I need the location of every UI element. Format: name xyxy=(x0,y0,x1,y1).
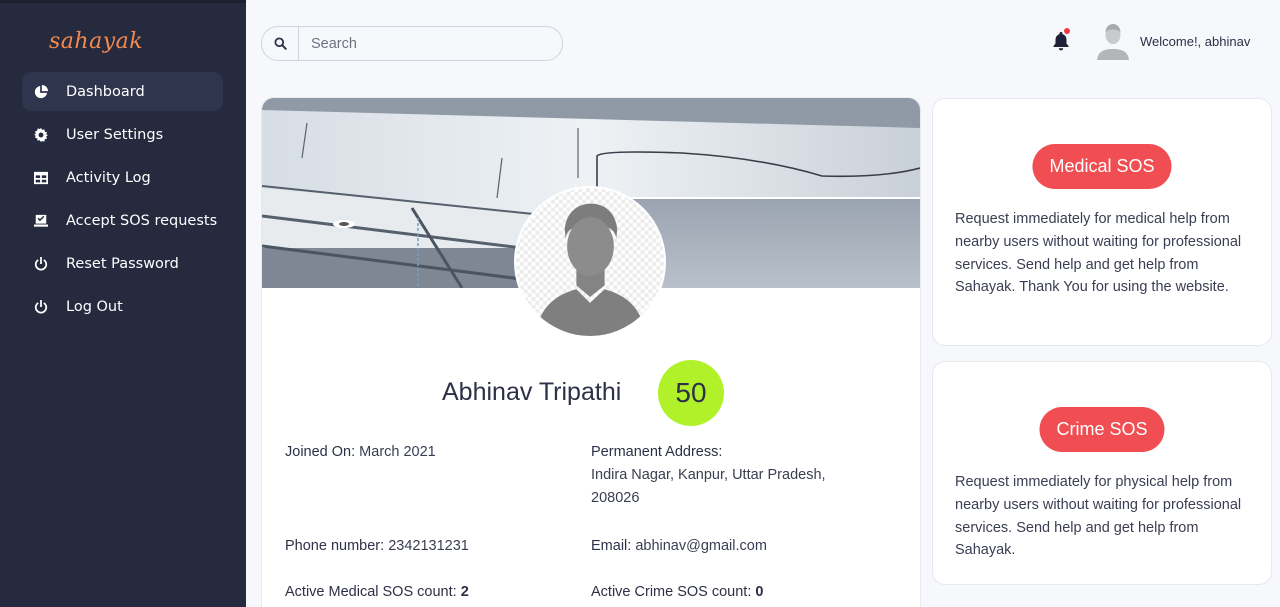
address-line-1: Indira Nagar, Kanpur, Uttar Pradesh, xyxy=(591,467,826,483)
address-label: Permanent Address: xyxy=(591,444,723,460)
sidebar-item-label: Accept SOS requests xyxy=(66,212,218,229)
phone-field: Phone number: 2342131231 xyxy=(285,535,469,558)
address-field: Permanent Address: Indira Nagar, Kanpur,… xyxy=(591,441,871,510)
medical-sos-card: Medical SOS Request immediately for medi… xyxy=(933,99,1271,345)
crime-sos-button[interactable]: Crime SOS xyxy=(1039,407,1165,452)
email-value: abhinav@gmail.com xyxy=(635,538,767,554)
power-icon xyxy=(34,299,48,314)
sidebar-item-label: Dashboard xyxy=(66,83,145,100)
sidebar-item-label: Reset Password xyxy=(66,255,179,272)
profile-name: Abhinav Tripathi xyxy=(442,378,622,406)
score-badge: 50 xyxy=(658,360,724,426)
phone-label: Phone number: xyxy=(285,538,385,554)
power-icon xyxy=(34,256,48,271)
notification-bell[interactable] xyxy=(1051,28,1071,52)
crime-sos-card: Crime SOS Request immediately for physic… xyxy=(933,362,1271,584)
search-button[interactable] xyxy=(262,27,299,60)
medical-sos-button[interactable]: Medical SOS xyxy=(1032,144,1172,189)
pie-chart-icon xyxy=(34,84,48,99)
medical-sos-description: Request immediately for medical help fro… xyxy=(955,211,1242,296)
joined-on-label: Joined On: xyxy=(285,444,356,460)
profile-card: Abhinav Tripathi 50 Joined On: March 202… xyxy=(262,98,920,607)
crime-sos-count-label: Active Crime SOS count: xyxy=(591,584,752,600)
medical-sos-count-label: Active Medical SOS count: xyxy=(285,584,457,600)
sidebar-item-log-out[interactable]: Log Out xyxy=(22,287,223,326)
gear-icon xyxy=(34,127,48,142)
table-icon xyxy=(34,171,48,185)
notification-dot xyxy=(1064,28,1070,34)
sidebar-item-reset-password[interactable]: Reset Password xyxy=(22,244,223,283)
crime-sos-count-field: Active Crime SOS count: 0 xyxy=(591,581,763,604)
search-bar xyxy=(261,26,563,61)
sidebar-item-user-settings[interactable]: User Settings xyxy=(22,115,223,154)
joined-on-value: March 2021 xyxy=(359,444,436,460)
sidebar: sahayak Dashboard User Settings Activity… xyxy=(0,0,246,607)
top-bar: Welcome!, abhinav xyxy=(246,0,1280,86)
profile-picture[interactable] xyxy=(514,186,666,338)
sidebar-item-dashboard[interactable]: Dashboard xyxy=(22,72,223,111)
brand-logo[interactable]: sahayak xyxy=(49,29,143,54)
laptop-check-icon xyxy=(34,214,48,228)
user-avatar-icon xyxy=(1097,24,1129,60)
sidebar-item-accept-sos[interactable]: Accept SOS requests xyxy=(22,201,223,240)
avatar[interactable] xyxy=(1095,22,1131,60)
sidebar-item-label: Log Out xyxy=(66,298,123,315)
search-icon xyxy=(273,37,287,50)
crime-sos-count-value: 0 xyxy=(755,584,764,600)
address-line-2: 208026 xyxy=(591,490,640,506)
sidebar-item-label: Activity Log xyxy=(66,169,151,186)
sidebar-item-activity-log[interactable]: Activity Log xyxy=(22,158,223,197)
medical-sos-count-field: Active Medical SOS count: 2 xyxy=(285,581,469,604)
sidebar-nav: Dashboard User Settings Activity Log Acc… xyxy=(22,72,223,330)
crime-sos-description: Request immediately for physical help fr… xyxy=(955,474,1242,559)
search-input[interactable] xyxy=(299,35,539,52)
welcome-text[interactable]: Welcome!, abhinav xyxy=(1140,34,1250,49)
joined-on-field: Joined On: March 2021 xyxy=(285,441,436,464)
medical-sos-count-value: 2 xyxy=(460,584,469,600)
sidebar-item-label: User Settings xyxy=(66,126,164,143)
email-field: Email: abhinav@gmail.com xyxy=(591,535,767,558)
email-label: Email: xyxy=(591,538,632,554)
phone-value: 2342131231 xyxy=(388,538,469,554)
user-silhouette-icon xyxy=(516,188,664,336)
